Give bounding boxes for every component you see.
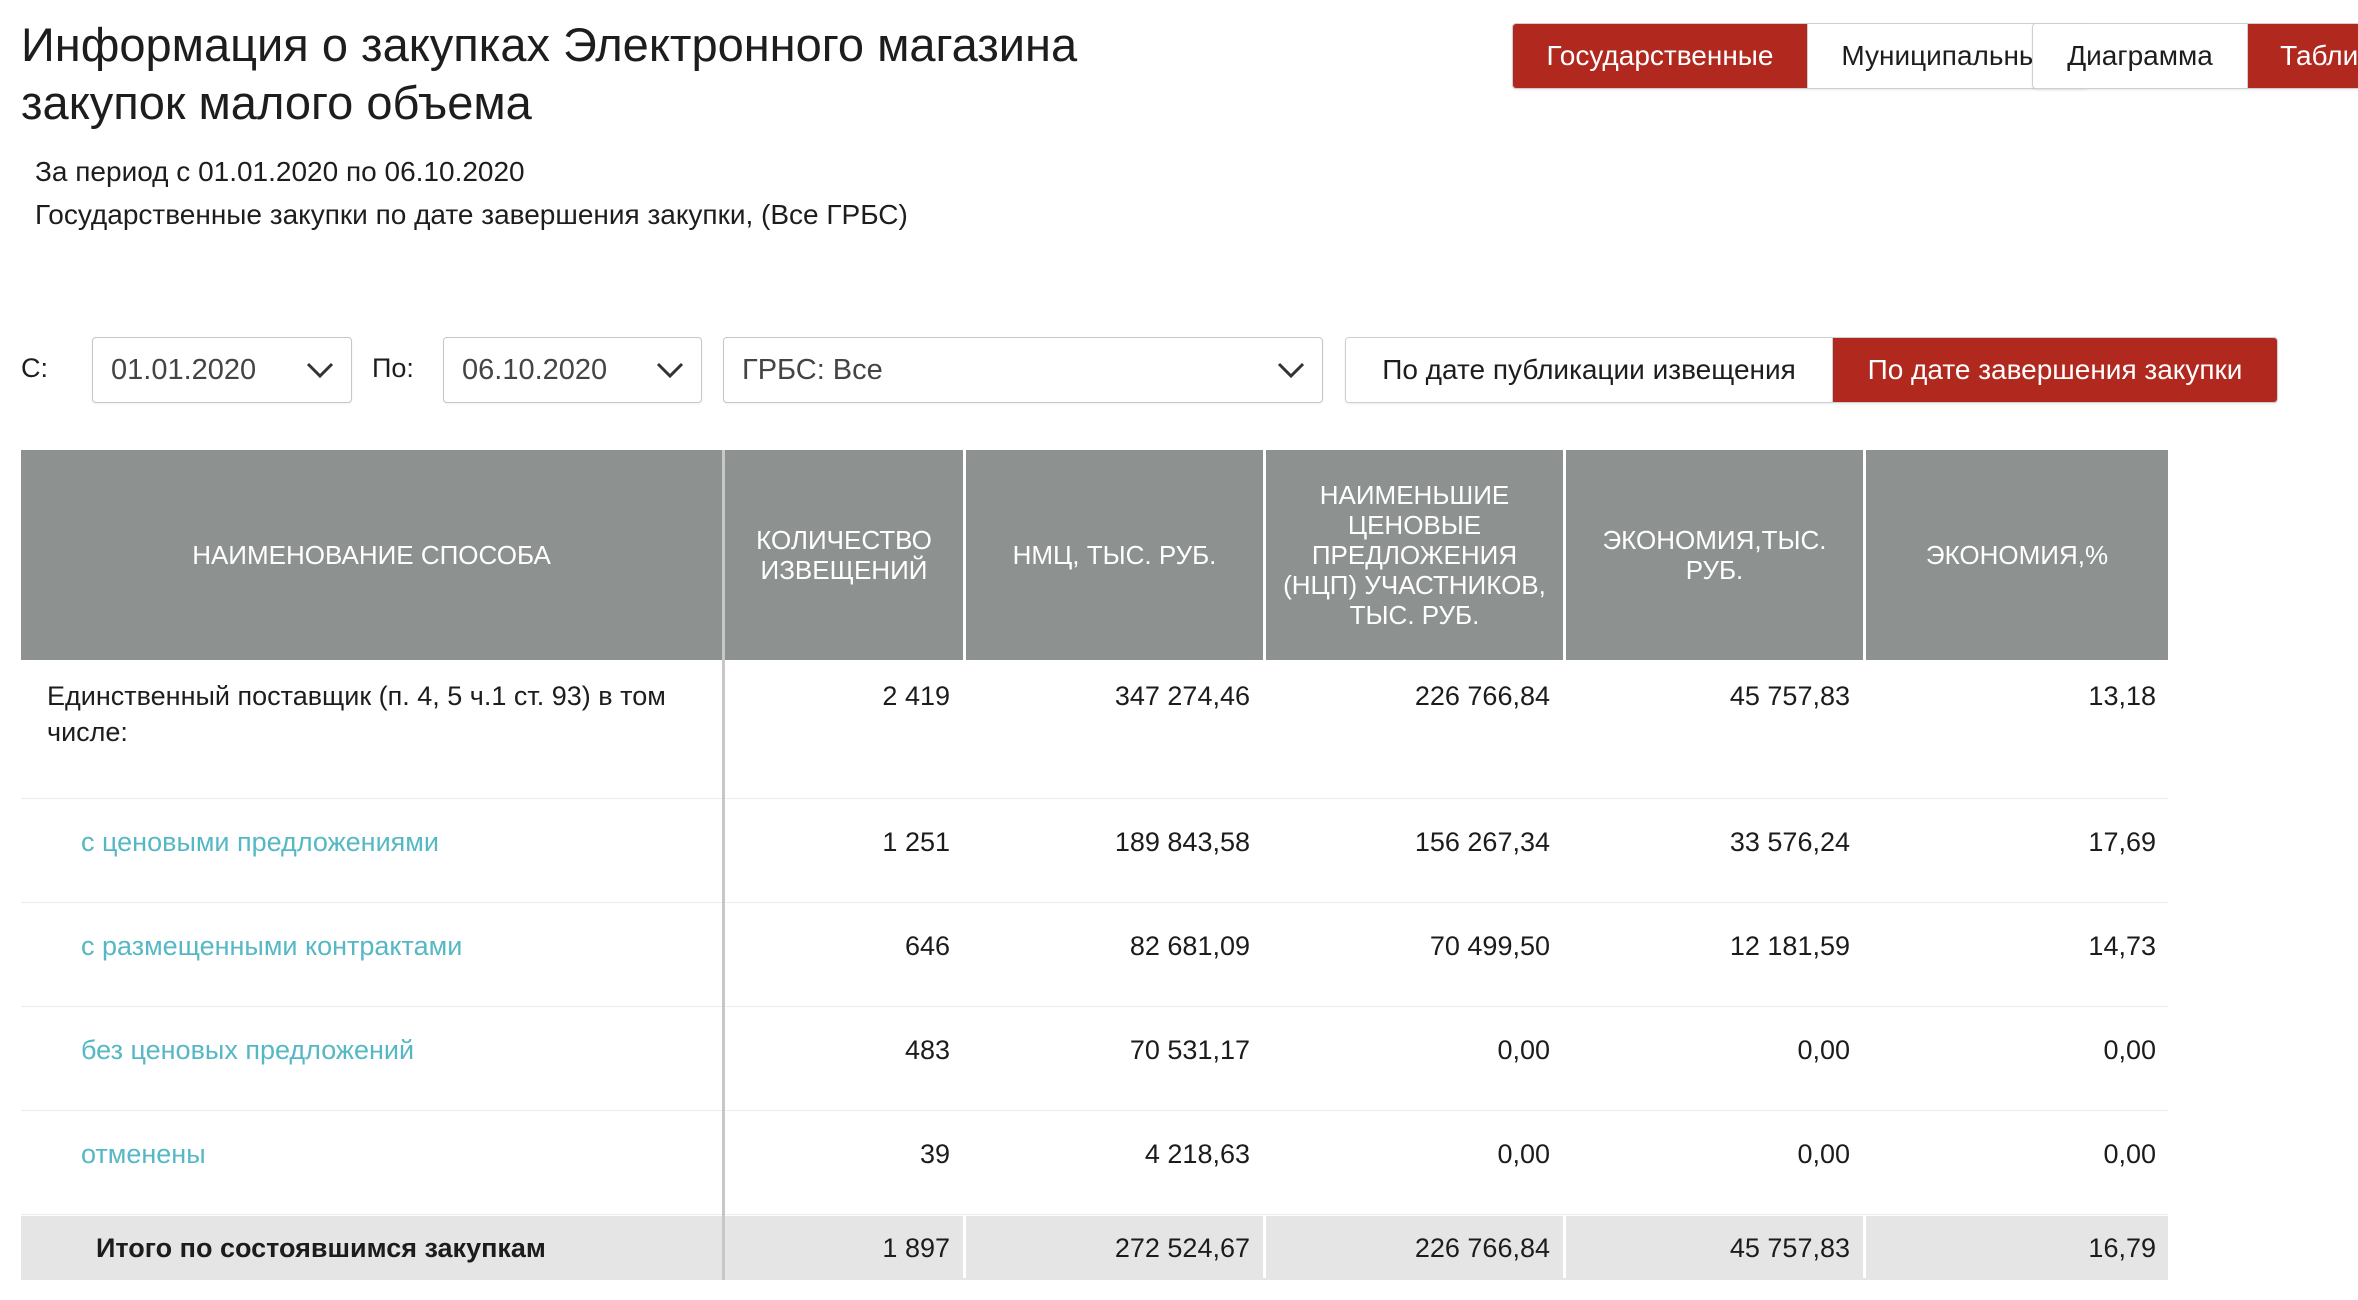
column-header-count: КОЛИЧЕСТВО ИЗВЕЩЕНИЙ	[725, 450, 963, 660]
column-divider	[722, 450, 725, 1280]
column-header-method: НАИМЕНОВАНИЕ СПОСОБА	[21, 450, 722, 660]
from-date-select[interactable]: 01.01.2020	[92, 337, 352, 403]
table-total-row: Итого по состоявшимся закупкам 1 897 272…	[21, 1216, 2168, 1280]
method-link-without-price-offers[interactable]: без ценовых предложений	[81, 1032, 681, 1068]
nmc-value: 82 681,09	[1129, 931, 1250, 961]
to-date-label: По:	[372, 353, 414, 383]
count-value: 646	[904, 931, 950, 961]
ncp-value: 0,00	[1497, 1139, 1550, 1169]
table-row: с ценовыми предложениями 1 251 189 843,5…	[21, 798, 2168, 903]
page-title-line1: Информация о закупках Электронного магаз…	[21, 18, 1078, 71]
level-toggle-group: Государственные Муниципальные	[1512, 23, 2089, 89]
method-name: Единственный поставщик (п. 4, 5 ч.1 ст. …	[47, 681, 666, 747]
count-value: 483	[904, 1035, 950, 1065]
economy-pct-value: 0,00	[2103, 1035, 2156, 1065]
grbs-select[interactable]: ГРБС: Все	[723, 337, 1323, 403]
economy-pct-value: 17,69	[2088, 827, 2156, 857]
economy-rub-value: 12 181,59	[1729, 931, 1850, 961]
economy-rub-value: 45 757,83	[1729, 681, 1850, 711]
total-ncp-value: 226 766,84	[1414, 1233, 1550, 1263]
grbs-value: ГРБС: Все	[742, 353, 883, 386]
total-count-value: 1 897	[882, 1233, 950, 1263]
table-row: отменены 39 4 218,63 0,00 0,00 0,00	[21, 1110, 2168, 1215]
economy-rub-value: 0,00	[1797, 1035, 1850, 1065]
count-value: 2 419	[882, 681, 950, 711]
ncp-value: 156 267,34	[1414, 827, 1550, 857]
chevron-down-icon	[306, 362, 334, 379]
column-header-economy-pct: ЭКОНОМИЯ,%	[1866, 450, 2168, 660]
method-link-with-contracts[interactable]: с размещенными контрактами	[81, 928, 681, 964]
nmc-value: 347 274,46	[1114, 681, 1250, 711]
chart-view-button[interactable]: Диаграмма	[2033, 24, 2247, 88]
state-purchases-button[interactable]: Государственные	[1513, 24, 1807, 88]
table-header: НАИМЕНОВАНИЕ СПОСОБА КОЛИЧЕСТВО ИЗВЕЩЕНИ…	[21, 450, 2168, 660]
economy-pct-value: 13,18	[2088, 681, 2156, 711]
economy-pct-value: 0,00	[2103, 1139, 2156, 1169]
count-value: 39	[919, 1139, 950, 1169]
method-link-cancelled[interactable]: отменены	[81, 1136, 681, 1172]
by-completion-date-button[interactable]: По дате завершения закупки	[1832, 338, 2277, 402]
to-date-value: 06.10.2020	[462, 353, 608, 386]
table-row: без ценовых предложений 483 70 531,17 0,…	[21, 1006, 2168, 1111]
report-description: Государственные закупки по дате завершен…	[35, 199, 908, 230]
column-header-ncp: НАИМЕНЬШИЕ ЦЕНОВЫЕ ПРЕДЛОЖЕНИЯ (НЦП) УЧА…	[1266, 450, 1563, 660]
economy-pct-value: 14,73	[2088, 931, 2156, 961]
table-row: с размещенными контрактами 646 82 681,09…	[21, 902, 2168, 1007]
nmc-value: 70 531,17	[1129, 1035, 1250, 1065]
by-publication-date-button[interactable]: По дате публикации извещения	[1346, 338, 1832, 402]
page-title: Информация о закупках Электронного магаз…	[21, 16, 1077, 132]
table-row: Единственный поставщик (п. 4, 5 ч.1 ст. …	[21, 660, 2168, 799]
to-date-select[interactable]: 06.10.2020	[443, 337, 702, 403]
from-date-value: 01.01.2020	[111, 353, 257, 386]
report-subtitle: За период с 01.01.2020 по 06.10.2020 Гос…	[35, 150, 908, 236]
column-header-economy-rub: ЭКОНОМИЯ,ТЫС. РУБ.	[1566, 450, 1863, 660]
view-toggle-group: Диаграмма Таблица	[2032, 23, 2358, 89]
nmc-value: 189 843,58	[1114, 827, 1250, 857]
count-value: 1 251	[882, 827, 950, 857]
ncp-value: 70 499,50	[1429, 931, 1550, 961]
report-period: За период с 01.01.2020 по 06.10.2020	[35, 156, 525, 187]
nmc-value: 4 218,63	[1144, 1139, 1250, 1169]
column-header-nmc: НМЦ, ТЫС. РУБ.	[966, 450, 1263, 660]
method-link-with-price-offers[interactable]: с ценовыми предложениями	[81, 824, 681, 860]
ncp-value: 0,00	[1497, 1035, 1550, 1065]
total-economy-pct-value: 16,79	[2088, 1233, 2156, 1263]
economy-rub-value: 0,00	[1797, 1139, 1850, 1169]
table-view-button[interactable]: Таблица	[2247, 24, 2358, 88]
chevron-down-icon	[656, 362, 684, 379]
from-date-label: С:	[21, 353, 48, 383]
ncp-value: 226 766,84	[1414, 681, 1550, 711]
total-economy-rub-value: 45 757,83	[1729, 1233, 1850, 1263]
page-title-line2: закупок малого объема	[21, 76, 532, 129]
economy-rub-value: 33 576,24	[1729, 827, 1850, 857]
total-label: Итого по состоявшимся закупкам	[96, 1233, 546, 1263]
chevron-down-icon	[1277, 362, 1305, 379]
total-nmc-value: 272 524,67	[1114, 1233, 1250, 1263]
date-mode-toggle-group: По дате публикации извещения По дате зав…	[1345, 337, 2278, 403]
